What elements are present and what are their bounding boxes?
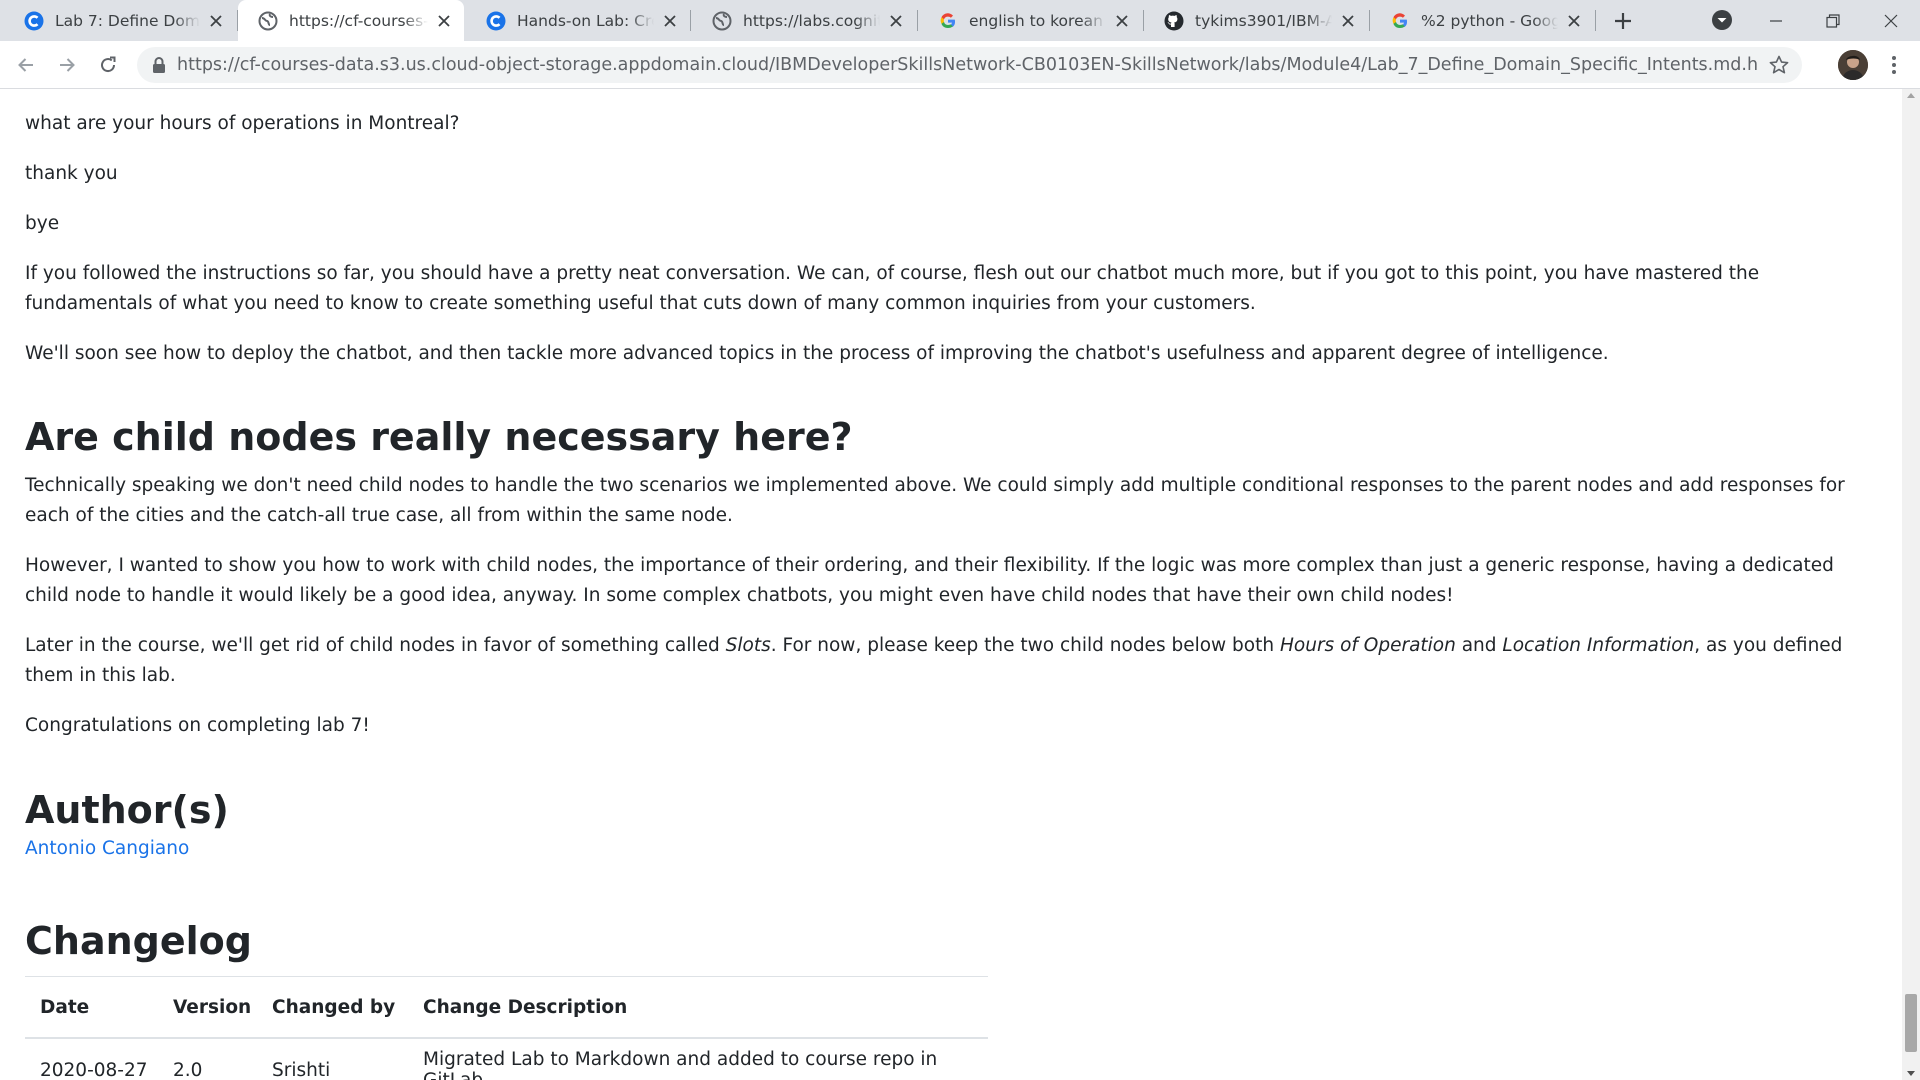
close-icon[interactable]: [886, 11, 906, 31]
emphasis-slots: Slots: [725, 635, 771, 656]
cell-date: 2020-08-27: [25, 1038, 158, 1080]
scrollbar-thumb[interactable]: [1905, 994, 1917, 1052]
lock-icon[interactable]: [151, 56, 167, 74]
paragraph-bye: bye: [25, 213, 60, 234]
tab-title: tykims3901/IBM-APPLIED-AI: [1195, 11, 1332, 30]
changelog-table: Date Version Changed by Change Descripti…: [25, 976, 988, 1080]
cognitiveclass-icon: [486, 11, 506, 31]
google-icon: [1390, 11, 1410, 31]
table-header-row: Date Version Changed by Change Descripti…: [25, 976, 988, 1039]
arrow-right-icon: [60, 58, 75, 72]
close-icon[interactable]: [660, 11, 680, 31]
profile-avatar[interactable]: [1838, 50, 1868, 80]
minimize-button[interactable]: [1753, 0, 1799, 41]
tab-lab7[interactable]: Lab 7: Define Domain Specific Intents: [4, 0, 236, 41]
heading-authors: Author(s): [25, 788, 229, 832]
cell-description: Migrated Lab to Markdown and added to co…: [408, 1038, 988, 1080]
tab-title: english to korean - Google Search: [969, 11, 1106, 30]
paragraph-followed-instructions: If you followed the instructions so far,…: [25, 263, 1760, 314]
back-button[interactable]: [12, 51, 40, 79]
paragraph-however: However, I wanted to show you how to wor…: [25, 555, 1834, 606]
tab-title: Hands-on Lab: Creating a Chatbot: [517, 11, 654, 30]
cell-version: 2.0: [158, 1038, 257, 1080]
cognitiveclass-icon: [24, 11, 44, 31]
vertical-scrollbar[interactable]: [1902, 89, 1920, 1080]
google-icon: [938, 11, 958, 31]
text-span: Later in the course, we'll get rid of ch…: [25, 635, 726, 656]
bookmark-star-icon[interactable]: [1768, 54, 1790, 76]
reload-icon: [101, 56, 116, 73]
paragraph-technically-speaking: Technically speaking we don't need child…: [25, 475, 1845, 526]
tab-search-button[interactable]: [1711, 9, 1733, 31]
tab-hands-on-lab[interactable]: Hands-on Lab: Creating a Chatbot: [466, 0, 690, 41]
close-icon[interactable]: [1112, 11, 1132, 31]
close-icon: [1884, 14, 1898, 27]
scroll-down-arrow-icon[interactable]: [1907, 1071, 1915, 1076]
chevron-down-icon: [1712, 10, 1732, 30]
text-span: . For now, please keep the two child nod…: [770, 635, 1280, 656]
emphasis-location-information: Location Information: [1502, 635, 1695, 656]
column-header-version: Version: [158, 976, 257, 1039]
avatar-icon: [1838, 50, 1868, 80]
tab-github[interactable]: tykims3901/IBM-APPLIED-AI: [1144, 0, 1368, 41]
author-link[interactable]: Antonio Cangiano: [25, 838, 189, 859]
close-window-button[interactable]: [1868, 0, 1914, 41]
github-icon: [1164, 11, 1184, 31]
tab-divider: [1595, 10, 1596, 31]
restore-icon: [1826, 13, 1840, 28]
tab-title: https://cf-courses-data.s3.us.cloud-obje…: [289, 11, 428, 30]
close-icon[interactable]: [1338, 11, 1358, 31]
close-icon[interactable]: [1564, 11, 1584, 31]
globe-icon: [258, 11, 278, 31]
forward-button[interactable]: [53, 51, 81, 79]
url-text[interactable]: https://cf-courses-data.s3.us.cloud-obje…: [177, 47, 1757, 83]
address-bar[interactable]: https://cf-courses-data.s3.us.cloud-obje…: [137, 47, 1802, 83]
paragraph-hours-question: what are your hours of operations in Mon…: [25, 113, 460, 134]
reload-button[interactable]: [94, 51, 122, 79]
tab-english-korean[interactable]: english to korean - Google Search: [918, 0, 1142, 41]
arrow-left-icon: [18, 58, 33, 72]
paragraph-thank-you: thank you: [25, 163, 118, 184]
tab-python-search[interactable]: %2 python - Google Search: [1370, 0, 1594, 41]
cell-changed-by: Srishti: [257, 1038, 408, 1080]
emphasis-hours-of-operation: Hours of Operation: [1279, 635, 1456, 656]
column-header-date: Date: [25, 976, 158, 1039]
tab-title: https://labs.cognitiveclass.ai: [743, 11, 880, 30]
heading-child-nodes: Are child nodes really necessary here?: [25, 415, 853, 459]
tab-labs-cognitive[interactable]: https://labs.cognitiveclass.ai: [692, 0, 916, 41]
minimize-icon: [1770, 19, 1782, 22]
tab-divider: [690, 10, 691, 31]
globe-icon: [712, 11, 732, 31]
more-vert-icon: [1892, 56, 1896, 74]
tab-strip: Lab 7: Define Domain Specific Intents ht…: [0, 0, 1920, 41]
tab-cf-courses[interactable]: https://cf-courses-data.s3.us.cloud-obje…: [238, 0, 464, 41]
column-header-change-description: Change Description: [408, 976, 988, 1039]
new-tab-button[interactable]: [1610, 8, 1636, 34]
paragraph-deploy-chatbot: We'll soon see how to deploy the chatbot…: [25, 343, 1609, 364]
plus-icon: [1615, 13, 1631, 29]
paragraph-author: Antonio Cangiano: [25, 834, 1870, 864]
close-icon[interactable]: [434, 11, 454, 31]
text-span: and: [1455, 635, 1503, 656]
browser-toolbar: https://cf-courses-data.s3.us.cloud-obje…: [0, 41, 1920, 89]
scroll-up-arrow-icon[interactable]: [1907, 93, 1915, 98]
page-content: what are your hours of operations in Mon…: [0, 89, 1902, 1080]
tab-title: %2 python - Google Search: [1421, 11, 1558, 30]
table-row: 2020-08-27 2.0 Srishti Migrated Lab to M…: [25, 1038, 988, 1080]
close-icon[interactable]: [206, 11, 226, 31]
heading-changelog: Changelog: [25, 919, 252, 963]
restore-button[interactable]: [1810, 0, 1856, 41]
column-header-changed-by: Changed by: [257, 976, 408, 1039]
tab-title: Lab 7: Define Domain Specific Intents: [55, 11, 200, 30]
paragraph-congratulations: Congratulations on completing lab 7!: [25, 715, 370, 736]
paragraph-later-in-course: Later in the course, we'll get rid of ch…: [25, 631, 1870, 691]
browser-menu-button[interactable]: [1880, 51, 1908, 79]
